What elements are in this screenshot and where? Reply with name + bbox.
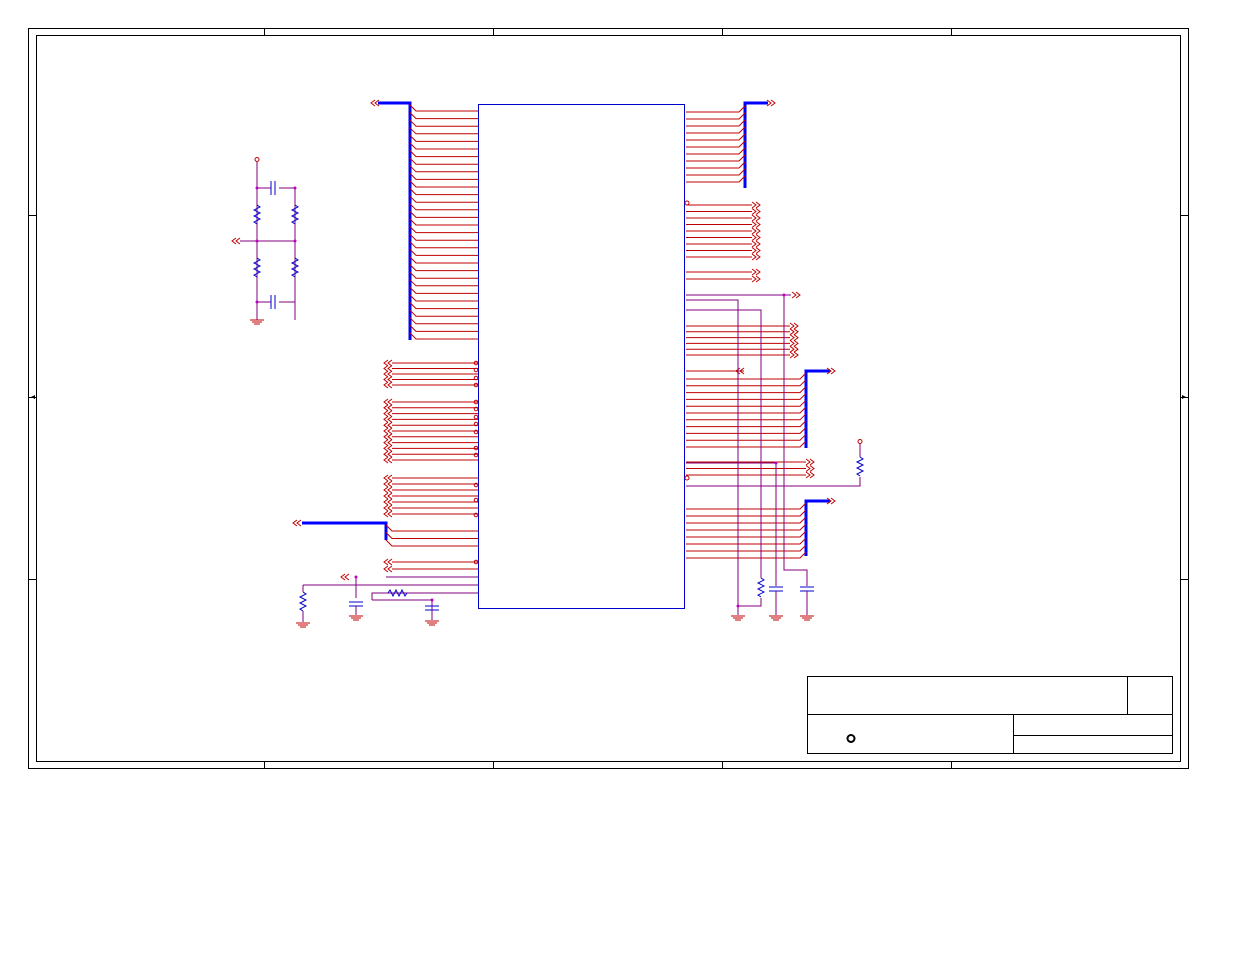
left-lower-bus xyxy=(292,519,388,540)
voltage-divider-network xyxy=(231,157,300,325)
net-wires xyxy=(383,104,815,573)
main-ic-body xyxy=(478,104,685,609)
ground-icon xyxy=(296,615,439,628)
left-address-bus xyxy=(370,99,412,340)
right-data-bus xyxy=(743,99,776,188)
title-block xyxy=(807,676,1173,754)
logo-circle-icon xyxy=(846,734,856,743)
reset-rc-network xyxy=(296,573,478,628)
ground-icon xyxy=(731,615,814,621)
no-connect-pin xyxy=(684,200,690,206)
right-bus-2 xyxy=(804,367,836,448)
right-bus-3 xyxy=(804,497,836,556)
power-pin-icon xyxy=(857,439,863,444)
ground-icon xyxy=(250,319,264,325)
power-pin-icon xyxy=(254,157,260,162)
schematic-sheet xyxy=(28,28,1189,769)
no-connect-pin xyxy=(684,475,690,481)
drawing-frame xyxy=(28,28,1189,769)
